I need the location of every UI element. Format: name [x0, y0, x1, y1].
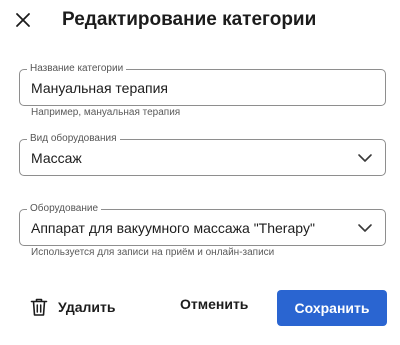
chevron-down-icon[interactable] — [357, 151, 373, 165]
equipment-type-value: Массаж — [31, 150, 82, 166]
equipment-type-label: Вид оборудования — [27, 133, 120, 145]
equipment-select[interactable]: Оборудование Аппарат для вакуумного масс… — [19, 203, 386, 246]
save-button[interactable]: Сохранить — [277, 290, 387, 326]
close-icon — [16, 13, 30, 27]
cancel-button[interactable]: Отменить — [180, 296, 248, 312]
dialog-header: Редактирование категории — [0, 0, 400, 42]
category-name-value[interactable]: Мануальная терапия — [31, 80, 373, 96]
equipment-label: Оборудование — [27, 203, 102, 215]
close-button[interactable] — [12, 9, 34, 31]
category-name-helper: Например, мануальная терапия — [31, 107, 181, 118]
trash-icon — [30, 298, 48, 316]
equipment-value: Аппарат для вакуумного массажа "Therapy" — [31, 220, 316, 236]
category-name-field[interactable]: Название категории Мануальная терапия — [19, 63, 386, 106]
equipment-type-select[interactable]: Вид оборудования Массаж — [19, 133, 386, 176]
delete-button-label: Удалить — [58, 299, 116, 315]
equipment-helper: Используется для записи на приём и онлай… — [31, 247, 275, 258]
delete-button[interactable]: Удалить — [30, 294, 115, 320]
chevron-down-icon[interactable] — [357, 221, 373, 235]
category-name-label: Название категории — [27, 63, 127, 75]
dialog-title: Редактирование категории — [62, 9, 317, 30]
